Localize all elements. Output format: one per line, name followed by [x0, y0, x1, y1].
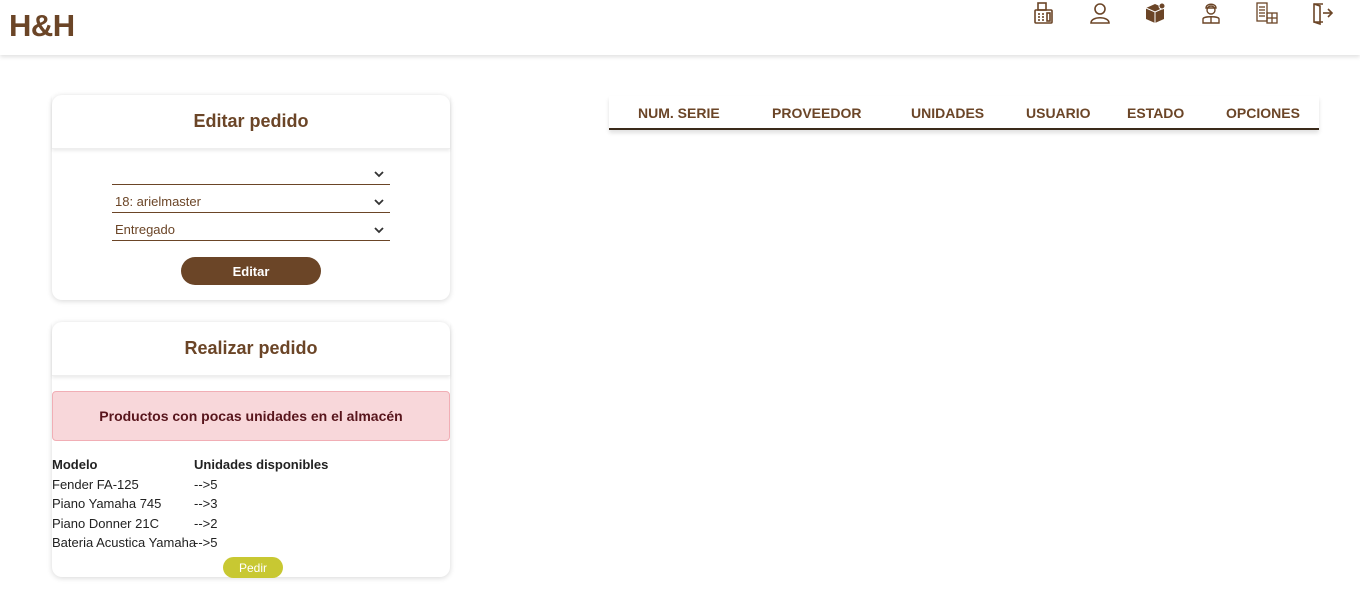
logout-icon[interactable] [1309, 0, 1335, 26]
cash-register-icon[interactable] [1031, 0, 1057, 26]
edit-button[interactable]: Editar [181, 257, 321, 285]
product-units: -->5 [194, 535, 218, 551]
order-button[interactable]: Pedir [223, 557, 283, 578]
place-order-header: Realizar pedido [52, 322, 450, 376]
status-select-value: Entregado [115, 222, 175, 237]
header-user[interactable]: USUARIO [1026, 105, 1091, 121]
edit-order-header: Editar pedido [52, 95, 450, 149]
list-item: Bateria Acustica Yamaha -->5 [52, 533, 328, 553]
stock-icon[interactable] [1254, 0, 1280, 26]
header-supplier[interactable]: PROVEEDOR [772, 105, 861, 121]
product-model: Piano Yamaha 745 [52, 496, 162, 512]
brand-logo[interactable]: H&H [9, 8, 75, 44]
top-navbar: H&H [0, 0, 1360, 55]
low-stock-alert-text: Productos con pocas unidades en el almac… [99, 408, 403, 424]
list-item: Piano Donner 21C -->2 [52, 514, 328, 534]
product-units: -->2 [194, 515, 218, 531]
header-status[interactable]: ESTADO [1127, 105, 1184, 121]
user-select[interactable]: 18: arielmaster [112, 191, 390, 213]
product-model: Bateria Acustica Yamaha [52, 535, 197, 551]
low-stock-header: Modelo Unidades disponibles [52, 455, 328, 475]
list-item: Piano Yamaha 745 -->3 [52, 494, 328, 514]
chevron-down-icon [374, 226, 384, 233]
header-serial-number[interactable]: NUM. SERIE [638, 105, 720, 121]
product-model: Fender FA-125 [52, 476, 139, 492]
box-icon[interactable] [1142, 0, 1168, 26]
order-select[interactable] [112, 163, 390, 185]
header-units[interactable]: UNIDADES [911, 105, 984, 121]
user-icon[interactable] [1087, 0, 1113, 26]
product-units: -->3 [194, 496, 218, 512]
header-options[interactable]: OPCIONES [1226, 105, 1300, 121]
low-stock-alert: Productos con pocas unidades en el almac… [52, 391, 450, 441]
product-units: -->5 [194, 476, 218, 492]
place-order-card: Realizar pedido Productos con pocas unid… [52, 322, 450, 578]
user-select-value: 18: arielmaster [115, 194, 201, 209]
list-item: Fender FA-125 -->5 [52, 475, 328, 495]
status-select[interactable]: Entregado [112, 219, 390, 241]
edit-order-title: Editar pedido [193, 111, 309, 131]
column-model: Modelo [52, 457, 98, 473]
column-units: Unidades disponibles [194, 457, 329, 473]
edit-order-card: Editar pedido 18: arielmaster Entregado … [52, 95, 450, 300]
employee-icon[interactable] [1198, 0, 1224, 26]
chevron-down-icon [374, 198, 384, 205]
product-model: Piano Donner 21C [52, 515, 159, 531]
chevron-down-icon [374, 170, 384, 177]
place-order-title: Realizar pedido [184, 338, 318, 358]
low-stock-list: Modelo Unidades disponibles Fender FA-12… [52, 455, 328, 553]
orders-table: NUM. SERIE PROVEEDOR UNIDADES USUARIO ES… [609, 96, 1319, 130]
